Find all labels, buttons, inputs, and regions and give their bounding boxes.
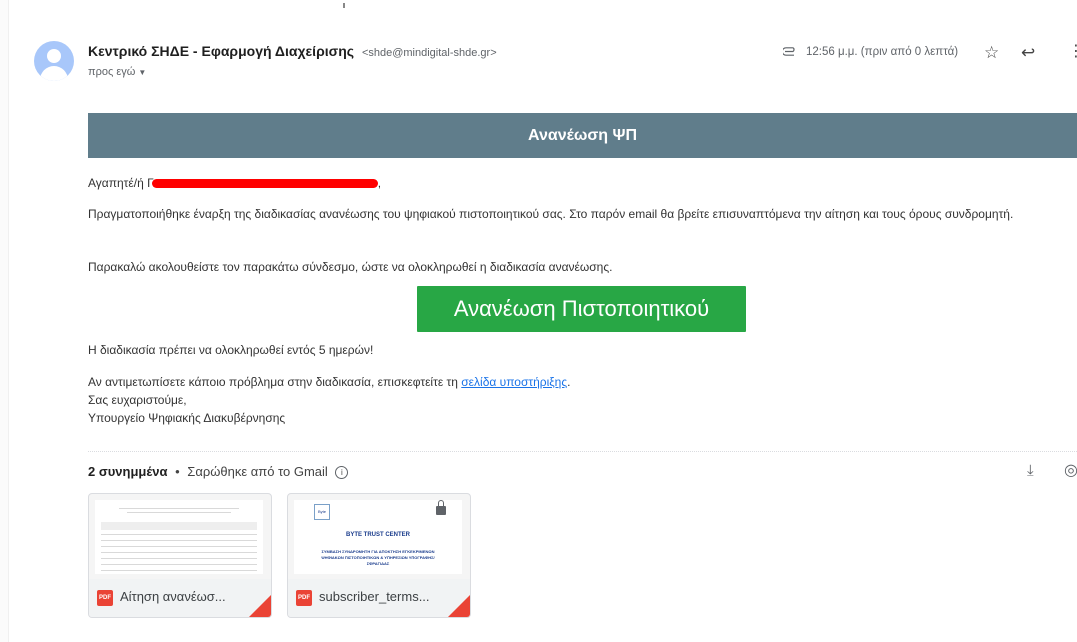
- paragraph-intro: Πραγματοποιήθηκε έναρξη της διαδικασίας …: [88, 207, 1014, 221]
- attachment-filename: subscriber_terms...: [319, 589, 430, 604]
- attachments-count: 2 συνημμένα: [88, 464, 168, 479]
- attachment-preview: Byte BYTE TRUST CENTER ΣΥΜΒΑΣΗ ΣΥΝΔΡΟΜΗΤ…: [294, 500, 462, 574]
- sender-avatar[interactable]: [34, 41, 74, 81]
- attachment-icon: [783, 47, 795, 56]
- email-banner: Ανανέωση ΨΠ: [88, 113, 1077, 158]
- avatar-head: [47, 49, 61, 63]
- doc-subtitle: ΣΥΜΒΑΣΗ ΣΥΝΔΡΟΜΗΤΗ ΓΙΑ ΑΠΟΚΤΗΣΗ ΕΓΚΕΚΡΙΜ…: [321, 549, 435, 566]
- doc-heading: BYTE TRUST CENTER: [345, 532, 410, 538]
- add-to-drive-icon[interactable]: ◎: [1064, 460, 1077, 480]
- sender-name[interactable]: Κεντρικό ΣΗΔΕ - Εφαρμογή Διαχείρισης: [88, 43, 354, 59]
- attachment-footer: PDF Αίτηση ανανέωσ...: [89, 579, 271, 617]
- recipient-line[interactable]: προς εγώ ▼: [88, 66, 146, 78]
- byte-logo-icon: Byte: [314, 504, 330, 520]
- email-timestamp: 12:56 μ.μ. (πριν από 0 λεπτά): [806, 46, 959, 58]
- more-options-icon[interactable]: ⋮: [1068, 44, 1077, 60]
- attachment-card[interactable]: Byte BYTE TRUST CENTER ΣΥΜΒΑΣΗ ΣΥΝΔΡΟΜΗΤ…: [287, 493, 471, 618]
- recipient-label: προς εγώ: [88, 66, 136, 78]
- sender-line: Κεντρικό ΣΗΔΕ - Εφαρμογή Διαχείρισης <sh…: [88, 43, 497, 59]
- attachment-footer: PDF subscriber_terms...: [288, 579, 470, 617]
- greeting-text: Αγαπητέ/ή Γ: [88, 176, 154, 190]
- reply-icon[interactable]: ↩: [1021, 44, 1035, 61]
- download-all-icon[interactable]: ⤓: [1027, 462, 1034, 479]
- info-icon[interactable]: i: [335, 466, 349, 480]
- chevron-down-icon[interactable]: ▼: [138, 68, 146, 77]
- paragraph-support: Αν αντιμετωπίσετε κάποιο πρόβλημα στην δ…: [88, 373, 570, 391]
- avatar-body: [40, 66, 68, 81]
- scan-label: Σαρώθηκε από το Gmail: [187, 464, 328, 479]
- attachments-divider: [88, 451, 1077, 452]
- separator-dot: •: [175, 464, 180, 479]
- left-edge: [0, 0, 9, 642]
- attachment-card[interactable]: PDF Αίτηση ανανέωσ...: [88, 493, 272, 618]
- signature-line: Υπουργείο Ψηφιακής Διακυβέρνησης: [88, 411, 286, 425]
- support-text: Αν αντιμετωπίσετε κάποιο πρόβλημα στην δ…: [88, 375, 462, 389]
- lock-icon: [436, 500, 446, 515]
- thanks-line: Σας ευχαριστούμε,: [88, 393, 187, 407]
- card-corner: [448, 595, 470, 617]
- pdf-icon: PDF: [296, 590, 312, 606]
- support-link[interactable]: σελίδα υποστήριξης: [461, 375, 567, 389]
- attachment-filename: Αίτηση ανανέωσ...: [120, 589, 226, 604]
- pdf-icon: PDF: [97, 590, 113, 606]
- paragraph-deadline: Η διαδικασία πρέπει να ολοκληρωθεί εντός…: [88, 343, 374, 357]
- top-mark: [343, 3, 345, 8]
- attachments-header: 2 συνημμένα • Σαρώθηκε από το Gmail i: [88, 464, 349, 480]
- greeting: Αγαπητέ/ή Γ,: [88, 174, 381, 192]
- star-icon[interactable]: ☆: [984, 44, 999, 61]
- support-end: .: [567, 375, 571, 389]
- paragraph-instructions: Παρακαλώ ακολουθείστε τον παρακάτω σύνδε…: [88, 260, 613, 274]
- renew-certificate-button[interactable]: Ανανέωση Πιστοποιητικού: [417, 286, 746, 332]
- attachment-preview: [95, 500, 263, 574]
- redaction-mark: [151, 179, 378, 189]
- greeting-end: ,: [377, 176, 382, 190]
- card-corner: [249, 595, 271, 617]
- sender-email: <shde@mindigital-shde.gr>: [361, 47, 497, 59]
